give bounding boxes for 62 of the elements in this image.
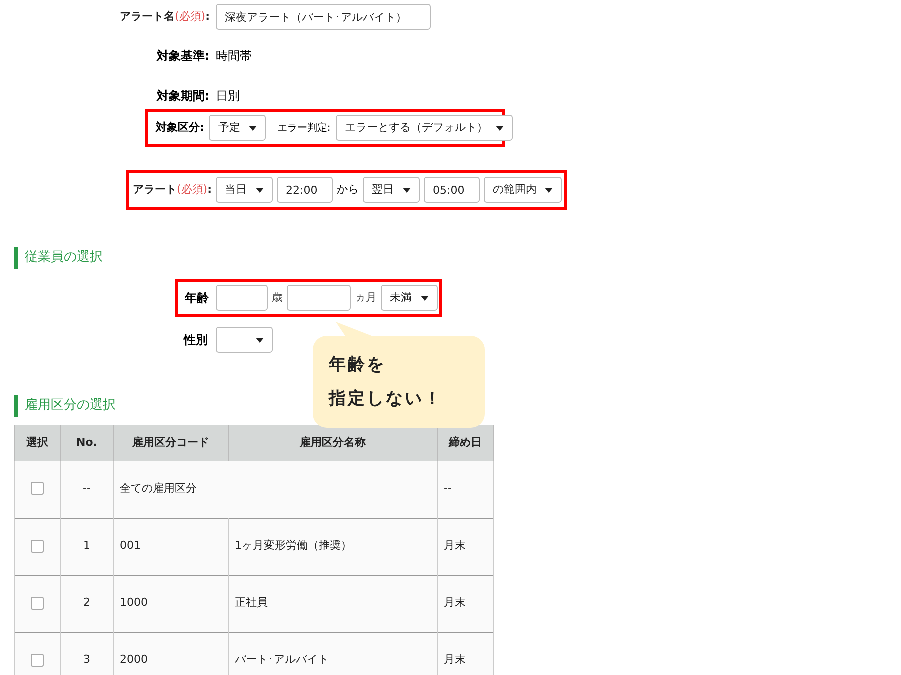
age-condition-select[interactable]: 未満 <box>381 285 438 311</box>
caret-icon <box>403 188 411 192</box>
caret-icon <box>256 338 264 342</box>
section-marker <box>14 395 18 417</box>
row-checkbox[interactable] <box>31 540 44 553</box>
field-value: 日別 <box>216 88 240 105</box>
field-label: 対象基準: <box>157 48 210 65</box>
table-cell: -- <box>60 461 114 518</box>
row-checkbox[interactable] <box>31 654 44 667</box>
field-label: アラート名(必須): <box>120 8 210 25</box>
age-years-field[interactable] <box>216 285 268 311</box>
field-value: 時間帯 <box>216 48 252 65</box>
column-header: 選択 <box>14 425 60 461</box>
field-label: 対象期間: <box>157 88 210 105</box>
column-header: 雇用区分名称 <box>228 425 438 461</box>
gender-select[interactable] <box>216 327 273 353</box>
caret-icon <box>256 188 264 192</box>
caret-icon <box>545 188 553 192</box>
field-label: 年齢 <box>185 290 209 307</box>
table-cell: 月末 <box>438 632 494 675</box>
table-cell: パート･アルバイト <box>228 632 438 675</box>
section-title: 従業員の選択 <box>25 249 103 268</box>
table-cell: 2 <box>60 575 114 632</box>
column-header: 雇用区分コード <box>114 425 228 461</box>
column-header: 締め日 <box>438 425 494 461</box>
table-cell: 1ヶ月変形労働（推奨） <box>228 518 438 575</box>
callout-text: 指定しない！ <box>329 388 444 411</box>
range-select[interactable]: の範囲内 <box>484 177 562 203</box>
alert-name-field[interactable]: 深夜アラート（パート･アルバイト） <box>216 4 431 30</box>
field-label: エラー判定: <box>277 122 331 136</box>
table-cell: 3 <box>60 632 114 675</box>
table-cell: 1 <box>60 518 114 575</box>
caret-icon <box>249 126 258 130</box>
from-text: から <box>337 182 359 198</box>
unit-text: ヵ月 <box>355 290 377 306</box>
table-cell: 月末 <box>438 518 494 575</box>
target-class-select[interactable]: 予定 <box>209 115 266 141</box>
age-months-field[interactable] <box>287 285 351 311</box>
row-checkbox[interactable] <box>31 596 44 610</box>
caret-icon <box>496 126 504 130</box>
table-cell: 001 <box>114 518 228 575</box>
start-day-select[interactable]: 当日 <box>216 177 273 203</box>
callout-text: 年齢を <box>329 354 387 377</box>
table-cell: 2000 <box>114 632 228 675</box>
end-day-select[interactable]: 翌日 <box>363 177 420 203</box>
table-cell: 月末 <box>438 575 494 632</box>
start-time-field[interactable]: 22:00 <box>277 177 333 203</box>
field-label: アラート(必須): <box>133 182 212 198</box>
column-header: No. <box>60 425 114 461</box>
field-label: 性別 <box>184 332 208 349</box>
row-checkbox[interactable] <box>31 482 44 496</box>
table-cell: 1000 <box>114 575 228 632</box>
section-title: 雇用区分の選択 <box>25 397 116 416</box>
caret-icon <box>421 296 429 300</box>
error-judgment-select[interactable]: エラーとする（デフォルト） <box>336 115 513 141</box>
table-cell: -- <box>438 461 494 518</box>
table-cell: 正社員 <box>228 575 438 632</box>
field-label: 対象区分: <box>156 120 204 136</box>
section-marker <box>14 247 18 269</box>
table-cell: 全ての雇用区分 <box>114 461 438 518</box>
end-time-field[interactable]: 05:00 <box>424 177 480 203</box>
unit-text: 歳 <box>272 290 283 306</box>
